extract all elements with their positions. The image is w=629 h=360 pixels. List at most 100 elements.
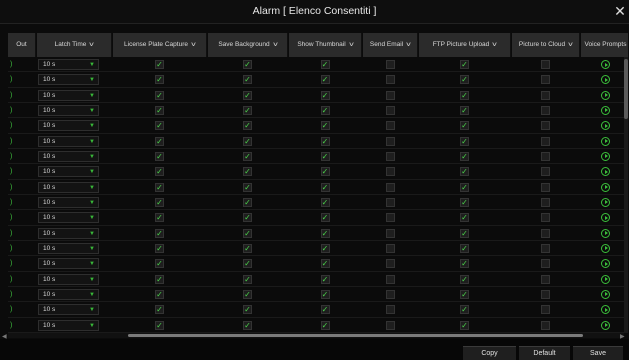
latch-time-select[interactable]: 10 s ▼ <box>38 273 99 285</box>
latch-time-select[interactable]: 10 s ▼ <box>38 227 99 239</box>
show-thumbnail-checkbox[interactable]: ✓ <box>320 75 330 85</box>
send-email-checkbox[interactable] <box>385 75 395 85</box>
latch-time-select[interactable]: 10 s ▼ <box>38 212 99 224</box>
play-icon[interactable] <box>601 197 610 207</box>
play-icon[interactable] <box>601 274 610 284</box>
ftp-picture-upload-checkbox[interactable]: ✓ <box>460 197 469 207</box>
ftp-picture-upload-checkbox[interactable]: ✓ <box>460 259 469 269</box>
show-thumbnail-checkbox[interactable]: ✓ <box>320 259 330 269</box>
play-icon[interactable] <box>601 305 610 315</box>
latch-time-select[interactable]: 10 s ▼ <box>38 304 99 316</box>
send-email-checkbox[interactable] <box>385 197 395 207</box>
column-header-license-plate-capture[interactable]: License Plate Capture v <box>113 33 207 57</box>
license-plate-capture-checkbox[interactable]: ✓ <box>155 305 164 315</box>
show-thumbnail-checkbox[interactable]: ✓ <box>320 182 330 192</box>
latch-time-select[interactable]: 10 s ▼ <box>38 181 99 193</box>
ftp-picture-upload-checkbox[interactable]: ✓ <box>460 167 469 177</box>
horizontal-scrollbar[interactable] <box>8 333 624 338</box>
save-background-checkbox[interactable]: ✓ <box>243 182 252 192</box>
picture-to-cloud-checkbox[interactable] <box>541 121 550 131</box>
license-plate-capture-checkbox[interactable]: ✓ <box>155 213 164 223</box>
ftp-picture-upload-checkbox[interactable]: ✓ <box>460 60 469 69</box>
ftp-picture-upload-checkbox[interactable]: ✓ <box>460 243 469 253</box>
save-background-checkbox[interactable]: ✓ <box>243 289 252 299</box>
save-background-checkbox[interactable]: ✓ <box>243 197 252 207</box>
license-plate-capture-checkbox[interactable]: ✓ <box>155 289 164 299</box>
save-background-checkbox[interactable]: ✓ <box>243 243 252 253</box>
save-background-checkbox[interactable]: ✓ <box>243 75 252 85</box>
ftp-picture-upload-checkbox[interactable]: ✓ <box>460 121 469 131</box>
play-icon[interactable] <box>601 182 610 192</box>
save-background-checkbox[interactable]: ✓ <box>243 121 252 131</box>
column-header-ftp-picture-upload[interactable]: FTP Picture Upload v <box>419 33 511 57</box>
play-icon[interactable] <box>601 259 610 269</box>
column-header-send-email[interactable]: Send Email v <box>363 33 418 57</box>
picture-to-cloud-checkbox[interactable] <box>541 213 550 223</box>
latch-time-select[interactable]: 10 s ▼ <box>38 288 99 300</box>
send-email-checkbox[interactable] <box>385 121 395 131</box>
save-background-checkbox[interactable]: ✓ <box>243 213 252 223</box>
save-background-checkbox[interactable]: ✓ <box>243 320 252 330</box>
save-background-checkbox[interactable]: ✓ <box>243 259 252 269</box>
send-email-checkbox[interactable] <box>385 305 395 315</box>
ftp-picture-upload-checkbox[interactable]: ✓ <box>460 320 469 330</box>
play-icon[interactable] <box>601 243 610 253</box>
license-plate-capture-checkbox[interactable]: ✓ <box>155 90 164 100</box>
license-plate-capture-checkbox[interactable]: ✓ <box>155 121 164 131</box>
show-thumbnail-checkbox[interactable]: ✓ <box>320 243 330 253</box>
show-thumbnail-checkbox[interactable]: ✓ <box>320 60 330 69</box>
send-email-checkbox[interactable] <box>385 213 395 223</box>
column-header-picture-to-cloud[interactable]: Picture to Cloud v <box>512 33 580 57</box>
save-background-checkbox[interactable]: ✓ <box>243 136 252 146</box>
show-thumbnail-checkbox[interactable]: ✓ <box>320 167 330 177</box>
column-header-show-thumbnail[interactable]: Show Thumbnail v <box>289 33 362 57</box>
latch-time-select[interactable]: 10 s ▼ <box>38 135 99 147</box>
save-background-checkbox[interactable]: ✓ <box>243 105 252 115</box>
show-thumbnail-checkbox[interactable]: ✓ <box>320 136 330 146</box>
license-plate-capture-checkbox[interactable]: ✓ <box>155 197 164 207</box>
latch-time-select[interactable]: 10 s ▼ <box>38 150 99 162</box>
latch-time-select[interactable]: 10 s ▼ <box>38 74 99 86</box>
ftp-picture-upload-checkbox[interactable]: ✓ <box>460 213 469 223</box>
save-button[interactable]: Save <box>573 346 623 360</box>
ftp-picture-upload-checkbox[interactable]: ✓ <box>460 90 469 100</box>
picture-to-cloud-checkbox[interactable] <box>541 167 550 177</box>
ftp-picture-upload-checkbox[interactable]: ✓ <box>460 136 469 146</box>
play-icon[interactable] <box>601 105 610 115</box>
latch-time-select[interactable]: 10 s ▼ <box>38 242 99 254</box>
column-header-latch-time[interactable]: Latch Time v <box>37 33 112 57</box>
column-header-voice-prompts[interactable]: Voice Prompts <box>581 33 628 57</box>
latch-time-select[interactable]: 10 s ▼ <box>38 104 99 116</box>
ftp-picture-upload-checkbox[interactable]: ✓ <box>460 305 469 315</box>
send-email-checkbox[interactable] <box>385 90 395 100</box>
play-icon[interactable] <box>601 228 610 238</box>
save-background-checkbox[interactable]: ✓ <box>243 305 252 315</box>
latch-time-select[interactable]: 10 s ▼ <box>38 258 99 270</box>
ftp-picture-upload-checkbox[interactable]: ✓ <box>460 151 469 161</box>
save-background-checkbox[interactable]: ✓ <box>243 60 252 69</box>
license-plate-capture-checkbox[interactable]: ✓ <box>155 167 164 177</box>
license-plate-capture-checkbox[interactable]: ✓ <box>155 274 164 284</box>
license-plate-capture-checkbox[interactable]: ✓ <box>155 320 164 330</box>
picture-to-cloud-checkbox[interactable] <box>541 305 550 315</box>
latch-time-select[interactable]: 10 s ▼ <box>38 120 99 132</box>
vertical-scrollbar[interactable] <box>624 57 628 333</box>
ftp-picture-upload-checkbox[interactable]: ✓ <box>460 228 469 238</box>
save-background-checkbox[interactable]: ✓ <box>243 274 252 284</box>
picture-to-cloud-checkbox[interactable] <box>541 182 550 192</box>
picture-to-cloud-checkbox[interactable] <box>541 75 550 85</box>
send-email-checkbox[interactable] <box>385 243 395 253</box>
send-email-checkbox[interactable] <box>385 105 395 115</box>
picture-to-cloud-checkbox[interactable] <box>541 105 550 115</box>
play-icon[interactable] <box>601 136 610 146</box>
license-plate-capture-checkbox[interactable]: ✓ <box>155 182 164 192</box>
show-thumbnail-checkbox[interactable]: ✓ <box>320 105 330 115</box>
default-button[interactable]: Default <box>519 346 570 360</box>
license-plate-capture-checkbox[interactable]: ✓ <box>155 60 164 69</box>
picture-to-cloud-checkbox[interactable] <box>541 90 550 100</box>
show-thumbnail-checkbox[interactable]: ✓ <box>320 320 330 330</box>
picture-to-cloud-checkbox[interactable] <box>541 151 550 161</box>
send-email-checkbox[interactable] <box>385 320 395 330</box>
latch-time-select[interactable]: 10 s ▼ <box>38 196 99 208</box>
play-icon[interactable] <box>601 121 610 131</box>
